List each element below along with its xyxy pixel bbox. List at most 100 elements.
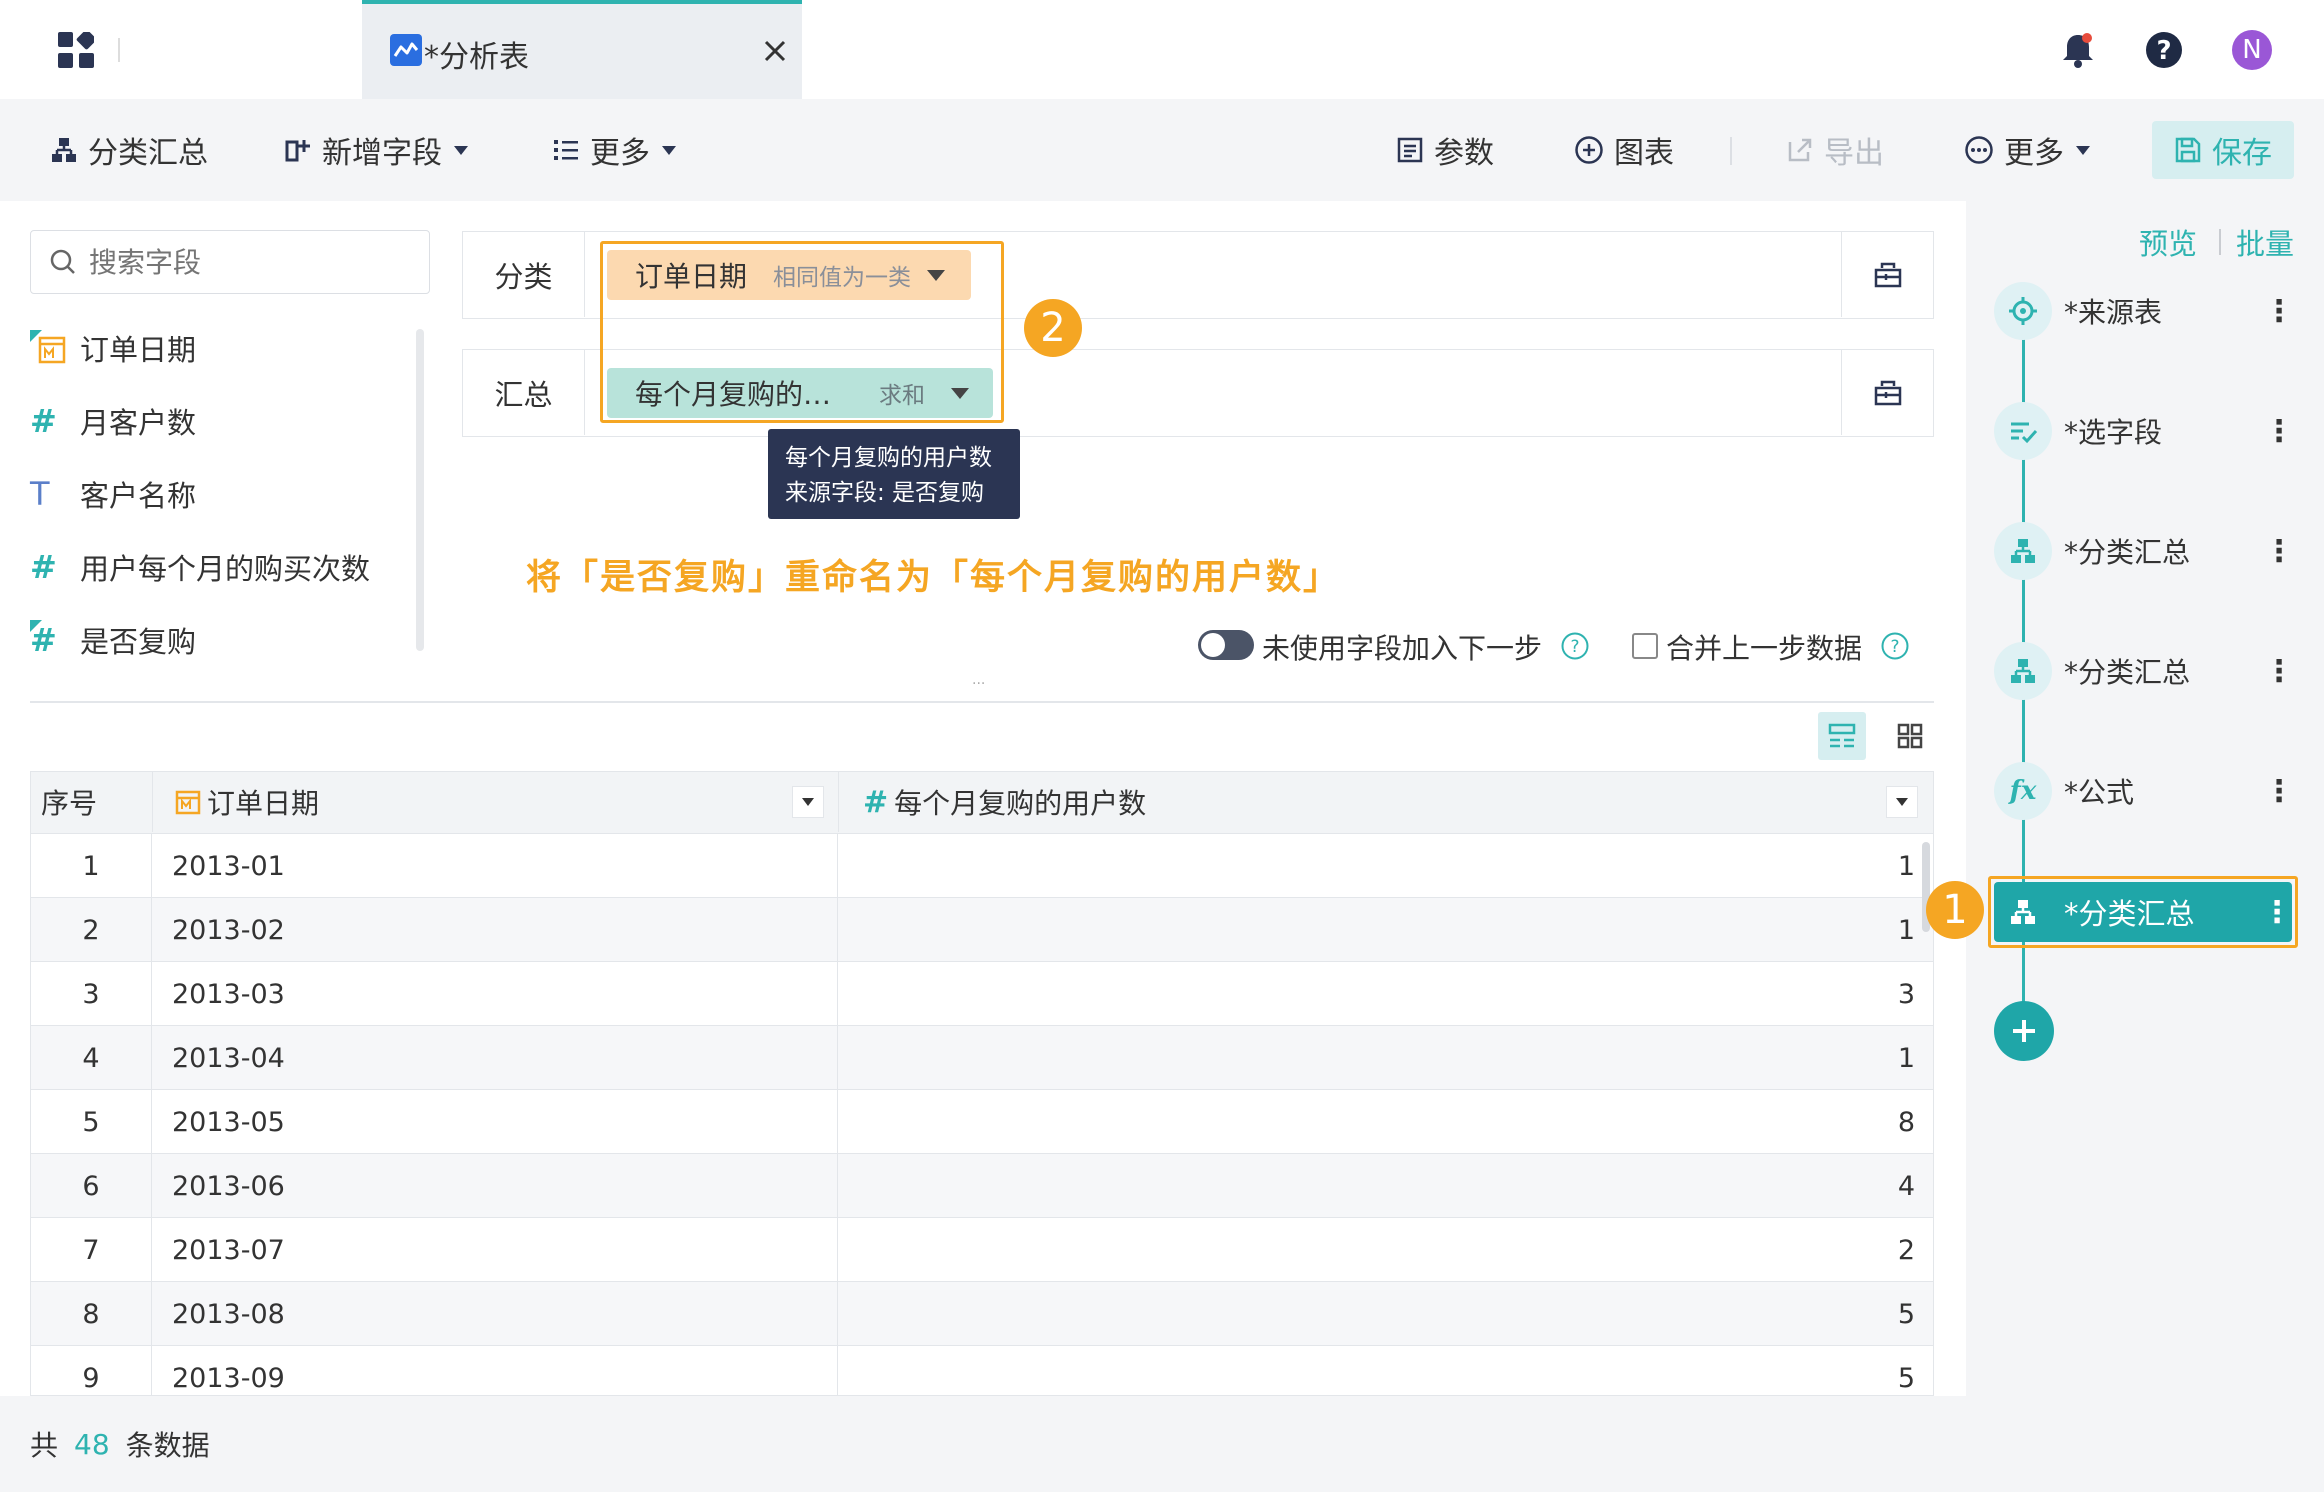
select-field-icon [1994, 402, 2052, 460]
formula-icon: fx [1994, 762, 2052, 820]
save-label: 保存 [2212, 136, 2272, 171]
table-row[interactable]: 9 2013-09 5 [30, 1346, 1934, 1396]
grid-view-button[interactable] [1886, 712, 1934, 760]
field-list-scrollbar[interactable] [416, 329, 424, 651]
step-node-formula[interactable]: fx *公式 ⋮ [1994, 759, 2294, 823]
row-index: 6 [30, 1154, 152, 1218]
header-cell-date[interactable]: 订单日期 [153, 772, 839, 832]
row-value: 1 [838, 1026, 1934, 1090]
field-label: 是否复购 [80, 625, 197, 659]
svg-text:?: ? [1890, 637, 1899, 657]
more-vertical-icon[interactable]: ⋮ [2264, 414, 2294, 449]
row-value: 5 [838, 1346, 1934, 1395]
help-icon[interactable]: ? [2144, 30, 2184, 70]
export-button[interactable]: 导出 [1786, 99, 1884, 201]
step-label: *分类汇总 [2064, 656, 2191, 689]
step-badge-1: 1 [1926, 881, 1984, 939]
table-row[interactable]: 4 2013-04 1 [30, 1026, 1934, 1090]
row-index: 2 [30, 898, 152, 962]
field-label: 用户每个月的购买次数 [80, 552, 371, 586]
merge-checkbox[interactable] [1632, 633, 1658, 659]
help-circle-icon[interactable]: ? [1880, 631, 1910, 661]
table-row[interactable]: 3 2013-03 3 [30, 962, 1934, 1026]
field-item[interactable]: 订单日期 [30, 327, 196, 369]
table-row[interactable]: 1 2013-01 1 [30, 834, 1934, 898]
svg-text:?: ? [1570, 637, 1579, 657]
add-step-button[interactable] [1994, 1001, 2054, 1061]
number-renamed-icon: # [30, 620, 57, 659]
row-value: 3 [838, 962, 1934, 1026]
add-field-label: 新增字段 [322, 136, 442, 171]
table-row[interactable]: 2 2013-02 1 [30, 898, 1934, 962]
table-row[interactable]: 5 2013-05 8 [30, 1090, 1934, 1154]
search-input[interactable] [89, 245, 409, 279]
more-left-button[interactable]: 更多 [552, 99, 678, 201]
help-circle-icon[interactable]: ? [1560, 631, 1590, 661]
row-index: 9 [30, 1346, 152, 1395]
more-vertical-icon[interactable]: ⋮ [2264, 774, 2294, 809]
unused-fields-toggle[interactable] [1198, 630, 1254, 660]
preview-link[interactable]: 预览 [2139, 221, 2197, 263]
row-value: 1 [838, 898, 1934, 962]
more-circle-icon [1965, 136, 1993, 164]
field-label: 客户名称 [80, 479, 197, 513]
batch-link[interactable]: 批量 [2236, 221, 2294, 263]
avatar[interactable]: N [2232, 30, 2272, 70]
table-row[interactable]: 7 2013-07 2 [30, 1218, 1934, 1282]
close-icon[interactable] [762, 38, 788, 64]
column-dropdown-button[interactable] [792, 786, 824, 818]
tooltip-line-1: 每个月复购的用户数 [785, 445, 992, 471]
field-item[interactable]: # 月客户数 [30, 400, 196, 442]
header-value-label: 每个月复购的用户数 [894, 787, 1147, 820]
row-date: 2013-02 [152, 898, 838, 962]
column-dropdown-button[interactable] [1886, 786, 1918, 818]
group-icon [52, 138, 76, 162]
more-vertical-icon[interactable]: ⋮ [2264, 654, 2294, 689]
more-vertical-icon[interactable]: ⋮ [2262, 895, 2292, 930]
more-left-label: 更多 [590, 136, 650, 171]
field-item[interactable]: # 是否复购 [30, 619, 196, 661]
step-label: *分类汇总 [2064, 536, 2191, 569]
field-item[interactable]: # 用户每个月的购买次数 [30, 546, 370, 588]
group-summary-button[interactable]: 分类汇总 [50, 99, 208, 201]
group-icon [1994, 642, 2052, 700]
app-grid-icon[interactable] [58, 32, 94, 68]
table-footer: 共 48 条数据 [0, 1396, 1966, 1492]
row-index: 5 [30, 1090, 152, 1154]
more-vertical-icon[interactable]: ⋮ [2264, 534, 2294, 569]
save-button[interactable]: 保存 [2152, 121, 2294, 179]
step-node-source[interactable]: *来源表 ⋮ [1994, 279, 2294, 343]
search-field[interactable] [30, 230, 430, 294]
source-icon [1994, 282, 2052, 340]
summary-action-cell[interactable] [1841, 350, 1933, 435]
header-cell-value[interactable]: # 每个月复购的用户数 [839, 772, 1932, 832]
list-view-button[interactable] [1818, 712, 1866, 760]
divider [1730, 137, 1732, 165]
params-button[interactable]: 参数 [1396, 99, 1494, 201]
row-date: 2013-09 [152, 1346, 838, 1395]
field-item[interactable]: T 客户名称 [30, 473, 196, 515]
more-right-button[interactable]: 更多 [1964, 99, 2092, 201]
step-node-group-active[interactable]: *分类汇总 ⋮ [1994, 882, 2292, 942]
add-field-button[interactable]: 新增字段 [284, 99, 470, 201]
panel-divider[interactable] [30, 701, 1934, 703]
more-vertical-icon[interactable]: ⋮ [2264, 294, 2294, 329]
caret-down-icon [1896, 798, 1908, 806]
category-action-cell[interactable] [1841, 232, 1933, 317]
step-node-select-field[interactable]: *选字段 ⋮ [1994, 399, 2294, 463]
table-row[interactable]: 6 2013-06 4 [30, 1154, 1934, 1218]
resize-handle-icon[interactable]: ··· [972, 677, 992, 691]
row-value: 8 [838, 1090, 1934, 1154]
bell-icon[interactable] [2058, 30, 2098, 70]
tab-analysis[interactable]: *分析表 [362, 0, 802, 99]
table-row[interactable]: 8 2013-08 5 [30, 1282, 1934, 1346]
number-icon: # [30, 548, 57, 586]
params-icon [1397, 137, 1423, 163]
step-badge-2: 2 [1024, 299, 1082, 357]
step-node-group[interactable]: *分类汇总 ⋮ [1994, 519, 2294, 583]
caret-down-icon [662, 146, 676, 155]
footer-suffix: 条数据 [125, 1429, 210, 1462]
step-label: *选字段 [2064, 416, 2163, 449]
step-node-group[interactable]: *分类汇总 ⋮ [1994, 639, 2294, 703]
chart-button[interactable]: 图表 [1574, 99, 1674, 201]
